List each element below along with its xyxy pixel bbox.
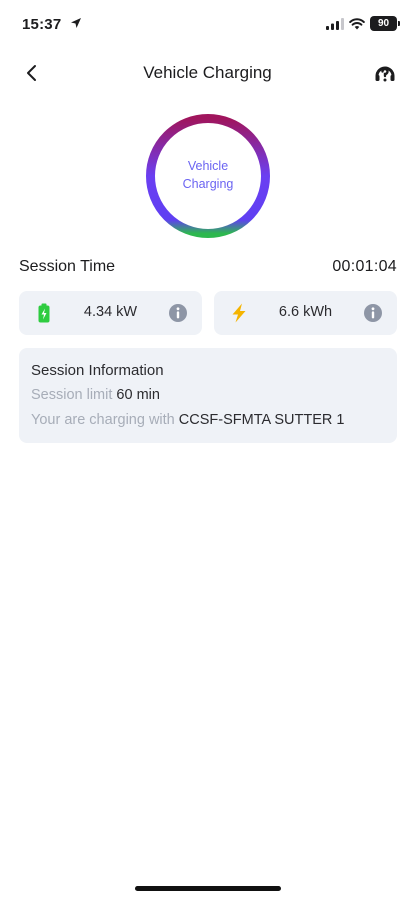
battery-indicator: 90	[370, 16, 400, 31]
power-info-icon[interactable]	[168, 303, 188, 323]
charging-status-ring: Vehicle Charging	[145, 113, 271, 239]
power-value: 4.34 kW	[83, 304, 138, 320]
home-indicator[interactable]	[135, 886, 281, 891]
page-title: Vehicle Charging	[143, 63, 272, 82]
session-time-label: Session Time	[19, 258, 116, 275]
energy-card: 6.6 kWh	[214, 291, 397, 335]
status-bar: 15:37 90	[0, 0, 415, 48]
energy-value: 6.6 kWh	[278, 304, 333, 320]
cellular-signal-icon	[326, 18, 344, 30]
session-time-value: 00:01:04	[332, 258, 397, 275]
support-help-icon[interactable]	[373, 61, 397, 85]
session-limit-label: Session limit	[31, 387, 113, 403]
ring-label-line1: Vehicle	[187, 159, 229, 173]
status-time: 15:37	[22, 16, 62, 33]
charger-line: Your are charging with CCSF-SFMTA SUTTER…	[31, 412, 344, 428]
session-limit-value: 60 min	[116, 387, 160, 403]
header: Vehicle Charging	[0, 55, 415, 91]
energy-info-icon[interactable]	[363, 303, 383, 323]
session-limit-line: Session limit 60 min	[31, 387, 160, 403]
power-card: 4.34 kW	[19, 291, 202, 335]
charger-label: Your are charging with	[31, 412, 175, 428]
wifi-icon	[349, 18, 365, 30]
charger-name: CCSF-SFMTA SUTTER 1	[178, 412, 345, 428]
ring-label-line2: Charging	[182, 177, 234, 191]
ring-label: Vehicle Charging	[145, 157, 271, 193]
session-information-title: Session Information	[31, 362, 164, 379]
location-arrow-icon	[71, 18, 81, 28]
session-time-row: Session Time 00:01:04	[19, 258, 397, 280]
battery-level: 90	[377, 18, 390, 29]
session-information-panel: Session Information Session limit 60 min…	[19, 348, 397, 443]
